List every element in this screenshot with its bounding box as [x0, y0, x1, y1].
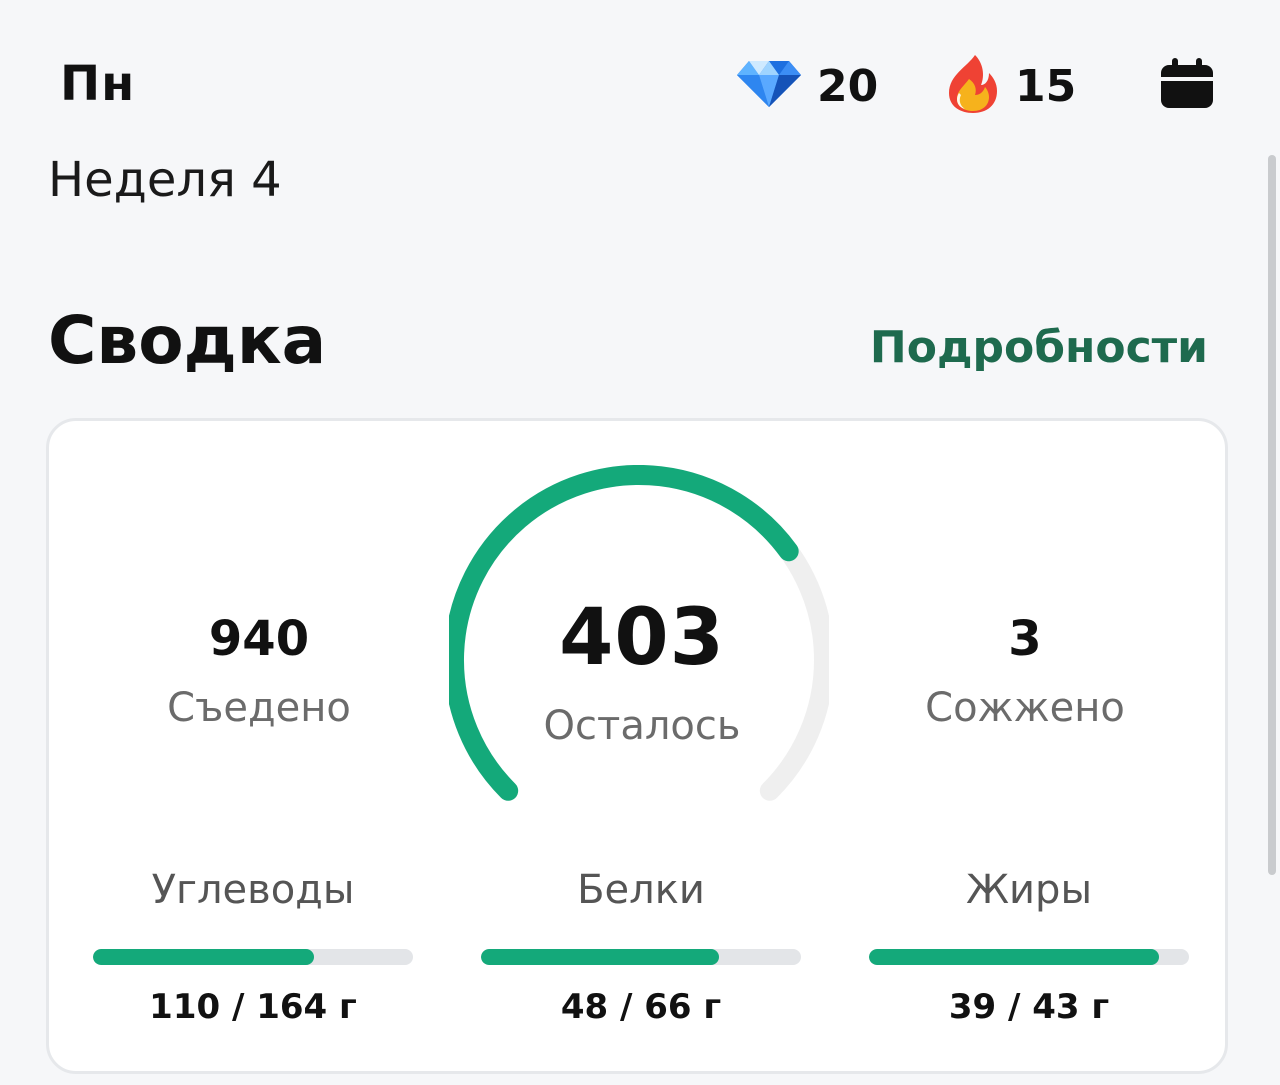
gems-counter[interactable]: 20 [735, 56, 878, 116]
summary-card: 940 Съедено 403 Осталось 3 Сожжено Углев… [46, 418, 1228, 1074]
macro-carbs: Углеводы 110 / 164 г [93, 867, 413, 1027]
day-label: Пн [60, 56, 136, 112]
remaining-label: Осталось [543, 703, 741, 749]
eaten-label: Съедено [167, 685, 351, 731]
burned-label: Сожжено [925, 685, 1125, 731]
macro-protein-bar [481, 949, 801, 965]
streak-value: 15 [1015, 60, 1077, 112]
scrollbar[interactable] [1268, 155, 1276, 875]
macro-fat-bar [869, 949, 1189, 965]
details-link[interactable]: Подробности [870, 322, 1208, 373]
diamond-icon [735, 59, 803, 113]
calendar-button[interactable] [1158, 56, 1216, 110]
burned-metric: 3 Сожжено [875, 611, 1175, 731]
remaining-value: 403 [559, 593, 725, 683]
week-label: Неделя 4 [48, 152, 282, 208]
gems-value: 20 [817, 60, 879, 112]
macro-carbs-fill [93, 949, 314, 965]
flame-icon [945, 53, 1001, 119]
remaining-metric: 403 Осталось [492, 593, 792, 749]
eaten-value: 940 [208, 611, 310, 667]
macro-fat-amount: 39 / 43 г [948, 987, 1110, 1027]
burned-value: 3 [1008, 611, 1042, 667]
eaten-metric: 940 Съедено [109, 611, 409, 731]
macro-fat-fill [869, 949, 1159, 965]
section-title: Сводка [48, 302, 327, 379]
macro-fat: Жиры 39 / 43 г [869, 867, 1189, 1027]
top-bar: Пн 20 15 [0, 0, 1280, 150]
calendar-icon [1158, 58, 1216, 114]
streak-counter[interactable]: 15 [945, 53, 1077, 119]
macro-protein-fill [481, 949, 720, 965]
macro-protein-name: Белки [577, 867, 705, 913]
macro-carbs-name: Углеводы [151, 867, 355, 913]
macro-carbs-bar [93, 949, 413, 965]
macro-carbs-amount: 110 / 164 г [149, 987, 357, 1027]
macro-protein-amount: 48 / 66 г [560, 987, 722, 1027]
macro-protein: Белки 48 / 66 г [481, 867, 801, 1027]
macro-fat-name: Жиры [965, 867, 1093, 913]
